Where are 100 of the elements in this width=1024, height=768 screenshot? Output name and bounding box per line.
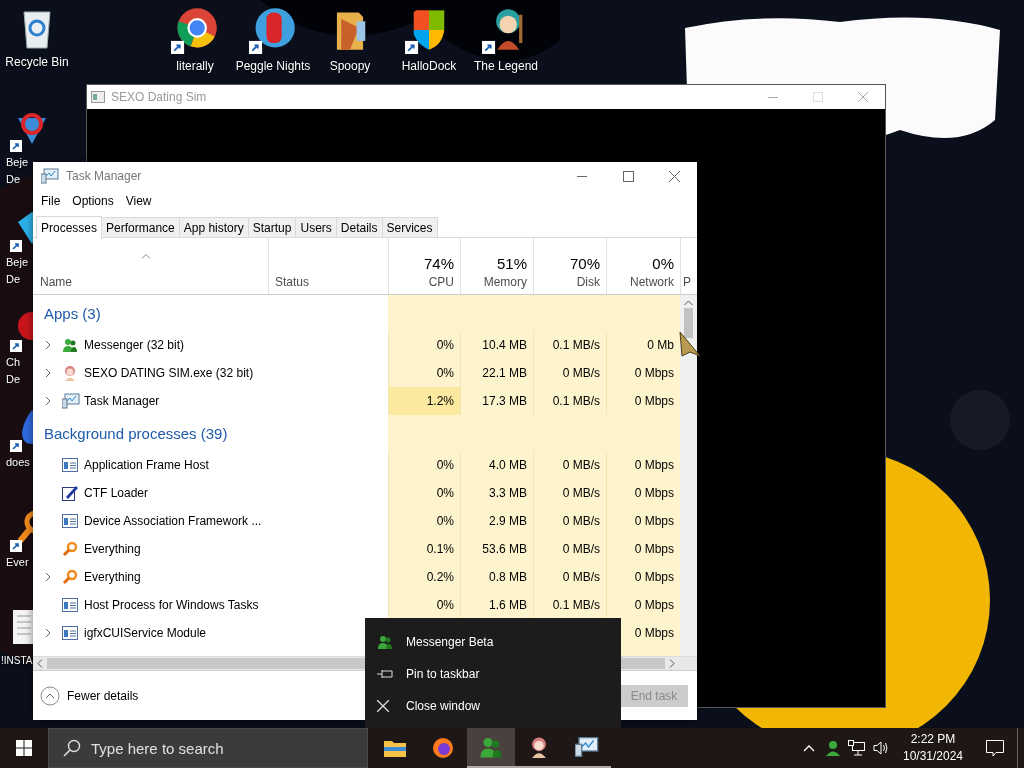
tab[interactable]: Startup [247, 217, 297, 237]
cursor-icon [678, 330, 702, 358]
monitor-icon [575, 736, 599, 758]
tab[interactable]: Details [335, 217, 383, 237]
menu-item[interactable]: File [36, 194, 66, 208]
table-cell: 0% [388, 507, 460, 535]
table-cell: 0 MB/s [533, 451, 606, 479]
column-header[interactable]: Name [40, 275, 72, 289]
window-icon [91, 91, 105, 103]
process-name[interactable]: Everything [84, 542, 141, 556]
speaker-icon[interactable] [873, 740, 889, 756]
windows-logo-icon [16, 740, 32, 756]
magnifier-icon [62, 569, 78, 585]
column-percent: 74% [423, 255, 454, 272]
ball-icon [249, 6, 297, 54]
table-cell: 17.3 MB [460, 387, 533, 415]
table-cell: 4.0 MB [460, 451, 533, 479]
icon-label[interactable]: does [6, 454, 30, 471]
tab[interactable]: Services [381, 217, 438, 237]
folder-icon [384, 739, 406, 757]
process-name[interactable]: Device Association Framework ... [84, 514, 262, 528]
process-name[interactable]: Task Manager [84, 394, 160, 408]
clock-date: 10/31/2024 [902, 748, 964, 765]
tab[interactable]: Users [295, 217, 337, 237]
icon-label[interactable]: The Legend [473, 58, 539, 74]
clock[interactable]: 2:22 PM 10/31/2024 [893, 731, 973, 765]
column-header[interactable]: CPU [428, 275, 454, 289]
process-name[interactable]: igfxCUIService Module [84, 626, 207, 640]
column-percent: 0% [652, 255, 674, 272]
icon-label[interactable]: Spoopy [329, 58, 371, 74]
process-name[interactable]: Messenger (32 bit) [84, 338, 185, 352]
icon-label[interactable]: HalloDock [401, 58, 457, 74]
search-field[interactable]: Type here to search [81, 729, 367, 767]
process-name[interactable]: Host Process for Windows Tasks [84, 598, 259, 612]
table-cell: 0.1% [388, 535, 460, 563]
table-cell: 0 MB/s [533, 535, 606, 563]
column-header[interactable]: P [683, 275, 691, 289]
scrollbar[interactable] [680, 295, 697, 656]
expand-chevron-icon[interactable] [44, 368, 51, 378]
expand-chevron-icon[interactable] [44, 572, 51, 582]
process-name[interactable]: CTF Loader [84, 486, 149, 500]
column-header[interactable]: Memory [483, 275, 527, 289]
table-cell: 0 MB/s [533, 359, 606, 387]
icon-label[interactable]: !INSTA [1, 652, 33, 669]
process-name[interactable]: SEXO DATING SIM.exe (32 bit) [84, 366, 254, 380]
scroll-thumb[interactable] [684, 308, 693, 338]
icon-label[interactable]: Beje De [6, 154, 29, 188]
table-cell: 0.1 MB/s [533, 331, 606, 359]
search-icon [63, 739, 81, 757]
process-name[interactable]: Application Frame Host [84, 458, 209, 472]
column-header[interactable]: Network [630, 275, 674, 289]
menu-item[interactable]: View [120, 194, 157, 208]
table-cell: 2.9 MB [460, 507, 533, 535]
table-cell: 53.6 MB [460, 535, 533, 563]
browser-icon [432, 737, 454, 759]
pen-icon [62, 485, 78, 501]
figure-icon [62, 365, 78, 381]
expand-chevron-icon[interactable] [44, 396, 51, 406]
icon-label[interactable]: Ever [6, 554, 29, 571]
expand-chevron-icon[interactable] [44, 340, 51, 350]
table-cell: 0 MB/s [533, 563, 606, 591]
expand-chevron-icon[interactable] [44, 628, 51, 638]
person-icon[interactable] [825, 740, 841, 756]
icon-label[interactable]: Ch De [6, 354, 21, 388]
icon-label[interactable]: literally [176, 58, 214, 74]
clock-time: 2:22 PM [910, 731, 956, 748]
monitor-icon [62, 393, 80, 409]
menu-item[interactable]: Options [67, 194, 119, 208]
group-title: Background processes (39) [44, 424, 228, 442]
search-box[interactable]: Type here to search [48, 728, 368, 768]
browser-icon [171, 6, 219, 54]
icon-label[interactable]: Peggle Nights [235, 58, 311, 74]
column-header[interactable]: Status [275, 275, 310, 289]
magnifier-icon [62, 541, 78, 557]
icon-label[interactable]: Beje De [6, 254, 29, 288]
column-header[interactable]: Disk [576, 275, 600, 289]
close-icon [377, 700, 389, 712]
monitor-icon [41, 168, 59, 184]
fewer-details-link[interactable]: Fewer details [67, 688, 139, 703]
table-cell: 0% [388, 451, 460, 479]
tab[interactable]: Processes [36, 216, 103, 239]
process-name[interactable]: Everything [84, 570, 141, 584]
icon-label[interactable]: Recycle Bin [5, 54, 69, 70]
document-icon [13, 610, 33, 644]
table-cell: 0% [388, 479, 460, 507]
tab[interactable]: Performance [101, 217, 180, 237]
notification-icon[interactable] [986, 739, 1004, 757]
close-icon[interactable] [668, 170, 680, 182]
maximize-icon[interactable] [622, 170, 634, 182]
chevron-up-icon[interactable] [803, 744, 815, 752]
table-cell: 22.1 MB [460, 359, 533, 387]
menu-item[interactable]: Pin to taskbar [365, 658, 621, 690]
column-percent: 70% [569, 255, 600, 272]
collapse-circle-icon[interactable] [40, 685, 60, 706]
column-percent: 51% [496, 255, 527, 272]
table-cell: 10.4 MB [460, 331, 533, 359]
tab[interactable]: App history [178, 217, 249, 237]
table-cell: 0% [388, 331, 460, 359]
menu-item[interactable]: Close window [365, 690, 621, 722]
network-icon[interactable] [848, 740, 866, 756]
